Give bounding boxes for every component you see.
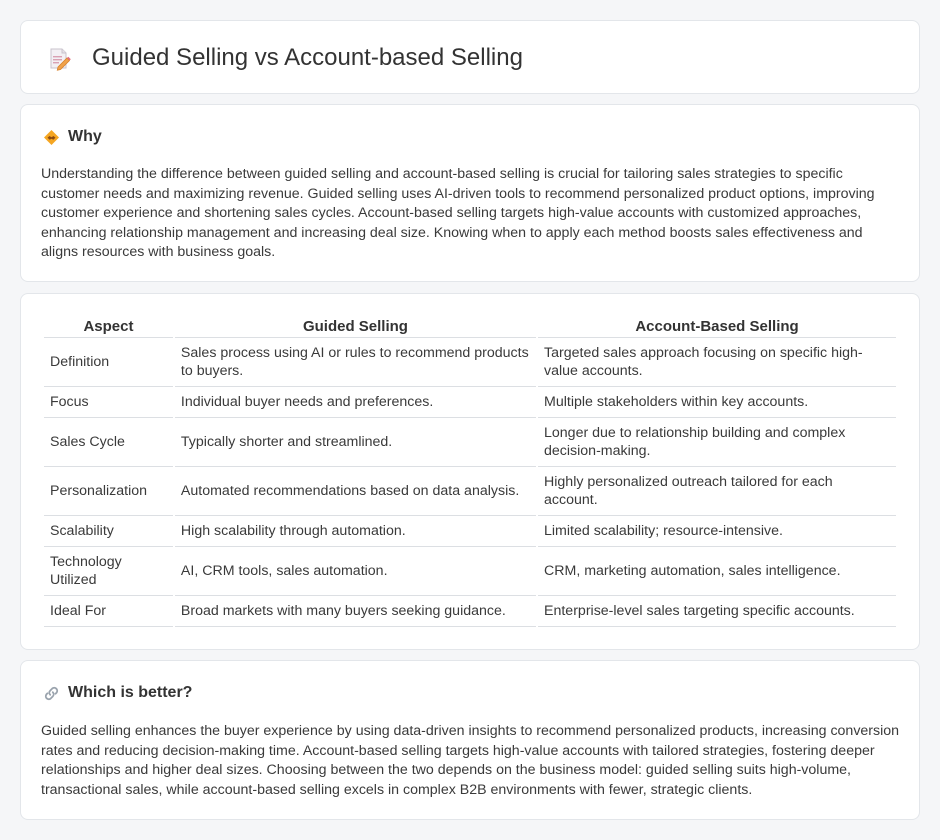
account-based-selling-cell: Multiple stakeholders within key account… bbox=[538, 387, 896, 418]
why-text: Understanding the difference between gui… bbox=[41, 166, 875, 261]
column-header-account-based-selling: Account-Based Selling bbox=[538, 316, 896, 338]
table-header-row: Aspect Guided Selling Account-Based Sell… bbox=[44, 316, 896, 338]
why-title: Why bbox=[68, 128, 102, 145]
comparison-table: Aspect Guided Selling Account-Based Sell… bbox=[42, 316, 898, 627]
which-heading: Which is better? bbox=[43, 683, 192, 703]
account-based-selling-cell: Limited scalability; resource-intensive. bbox=[538, 516, 896, 547]
why-section: Why Understanding the difference between… bbox=[20, 104, 920, 282]
guided-selling-cell: Sales process using AI or rules to recom… bbox=[174, 338, 537, 387]
guided-selling-cell: AI, CRM tools, sales automation. bbox=[174, 547, 537, 596]
column-header-aspect: Aspect bbox=[44, 316, 173, 338]
column-header-guided-selling: Guided Selling bbox=[174, 316, 537, 338]
table-row: Personalization Automated recommendation… bbox=[44, 467, 896, 516]
aspect-cell: Personalization bbox=[44, 467, 173, 516]
table-row: Ideal For Broad markets with many buyers… bbox=[44, 596, 896, 627]
table-row: Sales Cycle Typically shorter and stream… bbox=[44, 418, 896, 467]
account-based-selling-cell: Targeted sales approach focusing on spec… bbox=[538, 338, 896, 387]
table-row: Technology Utilized AI, CRM tools, sales… bbox=[44, 547, 896, 596]
guided-selling-cell: Individual buyer needs and preferences. bbox=[174, 387, 537, 418]
header-card: Guided Selling vs Account-based Selling bbox=[20, 20, 920, 94]
table-row: Definition Sales process using AI or rul… bbox=[44, 338, 896, 387]
aspect-cell: Scalability bbox=[44, 516, 173, 547]
account-based-selling-cell: Longer due to relationship building and … bbox=[538, 418, 896, 467]
guided-selling-cell: Broad markets with many buyers seeking g… bbox=[174, 596, 537, 627]
table-row: Scalability High scalability through aut… bbox=[44, 516, 896, 547]
which-section: Which is better? Guided selling enhances… bbox=[20, 660, 920, 820]
page-title: Guided Selling vs Account-based Selling bbox=[92, 44, 523, 71]
page: Guided Selling vs Account-based Selling … bbox=[0, 0, 940, 840]
document-pencil-icon bbox=[49, 47, 71, 71]
table-row: Focus Individual buyer needs and prefere… bbox=[44, 387, 896, 418]
which-text: Guided selling enhances the buyer experi… bbox=[41, 723, 900, 798]
link-icon bbox=[43, 685, 60, 702]
guided-selling-cell: High scalability through automation. bbox=[174, 516, 537, 547]
aspect-cell: Technology Utilized bbox=[44, 547, 173, 596]
which-title: Which is better? bbox=[68, 684, 193, 701]
aspect-cell: Definition bbox=[44, 338, 173, 387]
account-based-selling-cell: CRM, marketing automation, sales intelli… bbox=[538, 547, 896, 596]
account-based-selling-cell: Highly personalized outreach tailored fo… bbox=[538, 467, 896, 516]
why-heading: Why bbox=[43, 127, 102, 147]
handshake-icon bbox=[43, 129, 60, 146]
aspect-cell: Focus bbox=[44, 387, 173, 418]
guided-selling-cell: Typically shorter and streamlined. bbox=[174, 418, 537, 467]
account-based-selling-cell: Enterprise-level sales targeting specifi… bbox=[538, 596, 896, 627]
aspect-cell: Sales Cycle bbox=[44, 418, 173, 467]
aspect-cell: Ideal For bbox=[44, 596, 173, 627]
guided-selling-cell: Automated recommendations based on data … bbox=[174, 467, 537, 516]
comparison-section: Aspect Guided Selling Account-Based Sell… bbox=[20, 293, 920, 650]
